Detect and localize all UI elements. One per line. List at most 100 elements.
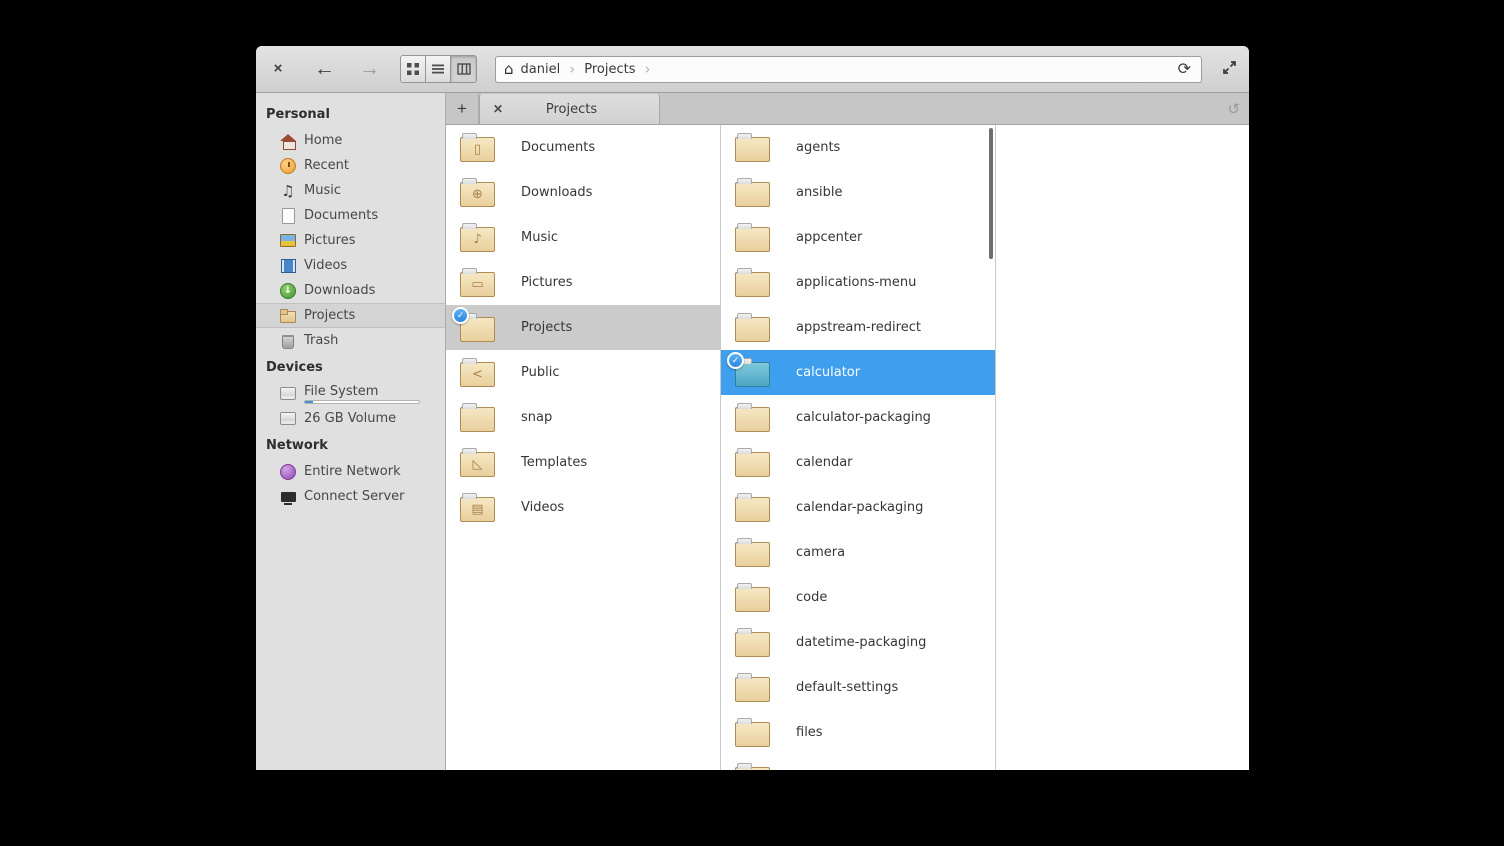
file-row-projects[interactable]: ✓ Projects bbox=[446, 305, 720, 350]
documents-icon bbox=[280, 208, 296, 224]
tab-label: Projects bbox=[545, 101, 598, 117]
file-row-datetime-packaging[interactable]: datetime-packaging bbox=[721, 620, 995, 665]
home-icon bbox=[280, 133, 296, 150]
folder-glyph: ▭ bbox=[471, 277, 484, 292]
tab-close-button[interactable]: ✕ bbox=[489, 102, 507, 116]
forward-button[interactable]: → bbox=[355, 57, 384, 81]
file-label: Pictures bbox=[521, 275, 573, 290]
sidebar-item-projects[interactable]: Projects bbox=[256, 303, 445, 328]
folder-glyph: < bbox=[472, 367, 483, 382]
folder-icon bbox=[735, 223, 770, 252]
file-row-default-settings[interactable]: default-settings bbox=[721, 665, 995, 710]
sidebar-item-music[interactable]: ♫ Music bbox=[256, 178, 445, 203]
file-row-calendar-packaging[interactable]: calendar-packaging bbox=[721, 485, 995, 530]
file-label: appstream-redirect bbox=[796, 320, 921, 335]
folder-icon bbox=[460, 403, 495, 432]
sidebar-item-label: Connect Server bbox=[304, 489, 405, 504]
folder-icon: ▤ bbox=[460, 493, 495, 522]
file-row-music[interactable]: ♪ Music bbox=[446, 215, 720, 260]
sidebar-item-label: Projects bbox=[304, 308, 356, 323]
sidebar-item-recent[interactable]: Recent bbox=[256, 153, 445, 178]
music-icon: ♫ bbox=[281, 181, 295, 200]
folder-glyph: ▯ bbox=[473, 142, 482, 157]
file-label: default-settings bbox=[796, 680, 899, 695]
file-row-appstream-redirect[interactable]: appstream-redirect bbox=[721, 305, 995, 350]
folder-icon: < bbox=[460, 358, 495, 387]
file-row-ansible[interactable]: ansible bbox=[721, 170, 995, 215]
file-row-files[interactable]: files bbox=[721, 710, 995, 755]
file-row-public[interactable]: < Public bbox=[446, 350, 720, 395]
folder-glyph: ▤ bbox=[471, 502, 484, 517]
file-label: calculator bbox=[796, 365, 861, 380]
sidebar-item-connect-server[interactable]: Connect Server bbox=[256, 484, 445, 509]
file-label: agents bbox=[796, 140, 841, 155]
file-row-documents[interactable]: ▯ Documents bbox=[446, 125, 720, 170]
sidebar-item-label: Recent bbox=[304, 158, 349, 173]
file-row-snap[interactable]: snap bbox=[446, 395, 720, 440]
file-row-agents[interactable]: agents bbox=[721, 125, 995, 170]
file-row-gala[interactable]: gala bbox=[721, 755, 995, 770]
file-manager-window: × ← → ⌂ daniel › Projects › ⟳ Personal H… bbox=[256, 46, 1249, 770]
file-row-appcenter[interactable]: appcenter bbox=[721, 215, 995, 260]
sidebar-item-label: Trash bbox=[304, 333, 339, 348]
window-close-button[interactable]: × bbox=[266, 57, 290, 81]
file-row-pictures[interactable]: ▭ Pictures bbox=[446, 260, 720, 305]
folder-icon bbox=[735, 403, 770, 432]
folder-icon: ⊕ bbox=[460, 178, 495, 207]
sidebar-item-label: File System bbox=[304, 383, 379, 399]
file-row-downloads[interactable]: ⊕ Downloads bbox=[446, 170, 720, 215]
folder-icon: ▭ bbox=[460, 268, 495, 297]
folder-glyph: ◺ bbox=[472, 457, 483, 472]
folder-icon: ♪ bbox=[460, 223, 495, 252]
breadcrumb-projects[interactable]: Projects bbox=[582, 62, 637, 77]
sidebar-item-26-gb-volume[interactable]: 26 GB Volume bbox=[256, 406, 445, 431]
history-button[interactable]: ↺ bbox=[1227, 100, 1240, 118]
folder-icon bbox=[735, 628, 770, 657]
path-bar[interactable]: ⌂ daniel › Projects › ⟳ bbox=[495, 55, 1202, 83]
file-label: files bbox=[796, 725, 823, 740]
disk-usage-fill bbox=[305, 400, 313, 403]
file-row-calculator[interactable]: ✓ calculator bbox=[721, 350, 995, 395]
folder-icon bbox=[735, 313, 770, 342]
sidebar-item-entire-network[interactable]: Entire Network bbox=[256, 459, 445, 484]
tab-projects[interactable]: ✕ Projects bbox=[479, 94, 660, 124]
breadcrumb-daniel[interactable]: daniel bbox=[519, 62, 563, 77]
file-label: calendar-packaging bbox=[796, 500, 924, 515]
expand-window-button[interactable] bbox=[1220, 60, 1239, 78]
file-label: camera bbox=[796, 545, 846, 560]
sidebar-item-file-system[interactable]: File System bbox=[256, 381, 445, 406]
downloads-icon: ↓ bbox=[280, 282, 296, 299]
sidebar-item-videos[interactable]: Videos bbox=[256, 253, 445, 278]
new-tab-button[interactable]: + bbox=[446, 93, 479, 124]
file-label: calendar bbox=[796, 455, 853, 470]
refresh-button[interactable]: ⟳ bbox=[1176, 59, 1193, 79]
sidebar-item-label: Home bbox=[304, 133, 343, 148]
network-icon bbox=[280, 464, 296, 480]
list-view-button[interactable] bbox=[426, 56, 451, 82]
sidebar-item-downloads[interactable]: ↓ Downloads bbox=[256, 278, 445, 303]
file-row-templates[interactable]: ◺ Templates bbox=[446, 440, 720, 485]
sidebar-item-label: 26 GB Volume bbox=[304, 411, 397, 426]
sidebar-item-documents[interactable]: Documents bbox=[256, 203, 445, 228]
file-row-videos[interactable]: ▤ Videos bbox=[446, 485, 720, 530]
miller-columns: ▯ Documents ⊕ Downloads ♪ Music ▭ Pictures ✓ Proj… bbox=[446, 125, 1249, 770]
tab-bar: + ✕ Projects ↺ bbox=[446, 93, 1249, 125]
folder-icon bbox=[735, 268, 770, 297]
file-row-applications-menu[interactable]: applications-menu bbox=[721, 260, 995, 305]
file-label: datetime-packaging bbox=[796, 635, 927, 650]
file-row-camera[interactable]: camera bbox=[721, 530, 995, 575]
file-row-code[interactable]: code bbox=[721, 575, 995, 620]
selected-check-badge: ✓ bbox=[452, 307, 469, 324]
grid-view-button[interactable] bbox=[401, 56, 426, 82]
folder-icon bbox=[735, 493, 770, 522]
sidebar-item-home[interactable]: Home bbox=[256, 128, 445, 153]
file-label: calculator-packaging bbox=[796, 410, 931, 425]
sidebar-item-trash[interactable]: Trash bbox=[256, 328, 445, 353]
back-button[interactable]: ← bbox=[310, 57, 339, 81]
file-row-calendar[interactable]: calendar bbox=[721, 440, 995, 485]
column-view-button[interactable] bbox=[451, 56, 476, 82]
sidebar-item-pictures[interactable]: Pictures bbox=[256, 228, 445, 253]
recent-icon bbox=[280, 157, 296, 174]
file-label: applications-menu bbox=[796, 275, 917, 290]
file-row-calculator-packaging[interactable]: calculator-packaging bbox=[721, 395, 995, 440]
